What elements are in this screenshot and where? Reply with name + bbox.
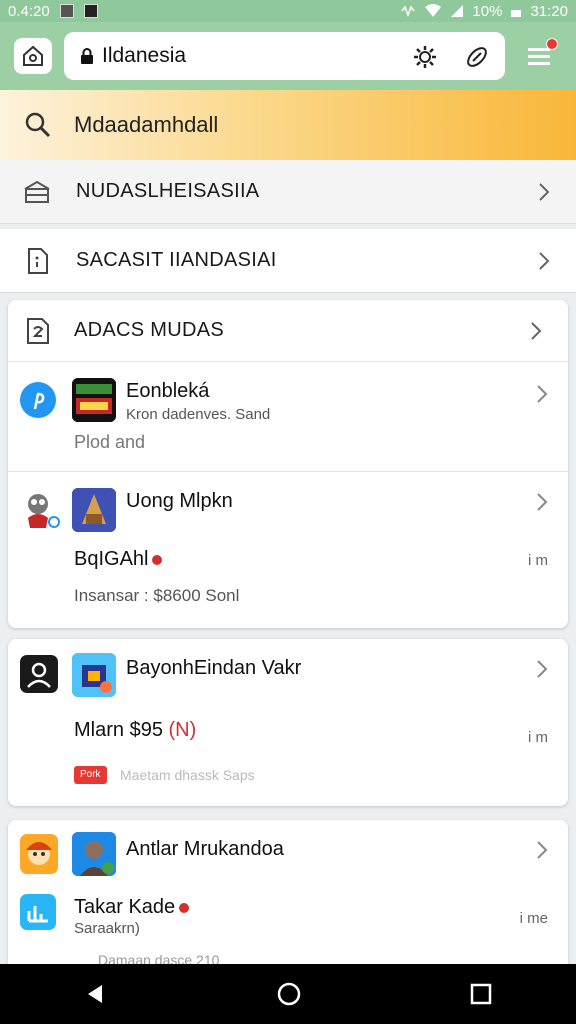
mascot-icon (28, 494, 60, 528)
app-list-item[interactable]: BayonhEindan Vakr Mlarn $95 (N) i m Pork… (8, 639, 568, 806)
user-account-icon (20, 655, 58, 693)
game-card: Antlar Mrukandoa Takar Kade Saraakrn) i … (8, 820, 568, 980)
app-extra: Plod and (74, 432, 146, 452)
battery-icon (511, 10, 522, 17)
search-text: Mdaadamhdall (74, 112, 219, 137)
search-bar[interactable]: Mdaadamhdall (0, 90, 576, 160)
app-subtitle: Saraakrn) (74, 920, 140, 937)
notification-thumb-icon (59, 4, 74, 18)
chevron-right-icon (537, 493, 548, 511)
app-title: BayonhEindan Vakr (126, 657, 302, 679)
chart-app-icon (20, 894, 56, 930)
apps-card-title: ADACS MUDAS (74, 319, 224, 341)
chevron-right-icon (537, 841, 548, 859)
app-title: Uong Mlpkn (126, 490, 233, 512)
price-flag: (N) (168, 719, 197, 741)
lock-icon (81, 48, 93, 64)
recents-icon[interactable] (470, 983, 492, 1005)
store-icon (24, 180, 50, 203)
battery-percent: 10% (472, 2, 503, 20)
app-thumbnail (72, 488, 116, 532)
chevron-right-icon (537, 660, 548, 678)
status-bar: 0.4:20 10% 31:20 (0, 0, 576, 22)
tomato-icon (152, 554, 163, 565)
sale-badge: Pork (74, 766, 107, 784)
app-rating-mark: i m (528, 552, 548, 569)
app-thumbnail (72, 832, 116, 876)
app-price: Mlarn $95 (N) (74, 719, 196, 742)
signal-icon (451, 5, 464, 17)
vibrate-icon (401, 5, 416, 18)
notification-thumb-icon (83, 4, 98, 18)
chevron-right-icon (539, 182, 550, 201)
castle-thumbnail-icon (72, 653, 116, 697)
home-button[interactable] (14, 38, 52, 74)
app-list-item[interactable]: Eonbleká Kron dadenves. Sand Plod and (8, 366, 568, 472)
pinterest-icon (20, 382, 56, 418)
chevron-right-icon (539, 251, 550, 270)
app-thumbnail (72, 378, 116, 422)
document-icon (27, 317, 49, 344)
menu-row-1[interactable]: NUDASLHEISASIIA (0, 160, 576, 224)
app-price-text: BqIGAhl (74, 548, 149, 570)
menu-button[interactable] (524, 38, 558, 72)
tomato-icon (179, 902, 190, 913)
app-meta: Insansar : $8600 Sonl (74, 586, 240, 605)
app-rating-mark: i m (528, 729, 548, 746)
chevron-right-icon (537, 385, 548, 403)
url-text: Ildanesia (102, 44, 187, 67)
faint-caption: Maetam dhassk Saps (120, 767, 255, 783)
menu-row-2[interactable]: SACASIT IIANDASIAI (0, 229, 576, 293)
home-circle-icon[interactable] (276, 981, 302, 1007)
app-title-text: Takar Kade (74, 896, 176, 918)
home-icon (23, 45, 43, 66)
app-title: Eonbleká (126, 380, 210, 402)
app-title: Antlar Mrukandoa (126, 838, 284, 860)
apps-card: ADACS MUDAS Eonbleká Kron dadenves. Sand… (8, 300, 568, 628)
app-thumbnail (72, 653, 116, 697)
sim-card-icon (28, 247, 48, 274)
game-thumbnail-icon (72, 378, 116, 422)
app-title: Takar Kade (74, 896, 190, 919)
apps-card-header[interactable]: ADACS MUDAS (8, 300, 568, 362)
address-bar[interactable]: Ildanesia (64, 32, 505, 80)
back-icon[interactable] (84, 982, 108, 1006)
character-icon (20, 834, 58, 874)
menu-row-label: NUDASLHEISASIIA (76, 180, 260, 202)
deal-card: BayonhEindan Vakr Mlarn $95 (N) i m Pork… (8, 639, 568, 806)
hero-thumbnail-icon (72, 832, 116, 876)
system-navigation-bar (0, 964, 576, 1024)
temple-thumbnail-icon (72, 488, 116, 532)
wifi-icon (425, 4, 442, 17)
menu-notification-dot (546, 38, 558, 50)
status-time-left: 0.4:20 (8, 2, 50, 20)
link-icon[interactable] (464, 44, 490, 70)
status-time-right: 31:20 (530, 2, 568, 20)
settings-gear-icon[interactable] (412, 44, 438, 70)
app-price: BqIGAhl (74, 548, 163, 571)
menu-row-label: SACASIT IIANDASIAI (76, 249, 277, 271)
app-list-item[interactable]: Uong Mlpkn BqIGAhl i m Insansar : $8600 … (8, 474, 568, 626)
search-icon (25, 112, 51, 138)
chevron-right-icon (531, 321, 542, 340)
app-price-text: Mlarn $95 (74, 719, 163, 741)
app-subtitle: Kron dadenves. Sand (126, 406, 271, 423)
app-list-item[interactable]: Antlar Mrukandoa (8, 820, 568, 890)
app-rating-mark: i me (519, 910, 548, 927)
browser-toolbar: Ildanesia (0, 22, 576, 90)
